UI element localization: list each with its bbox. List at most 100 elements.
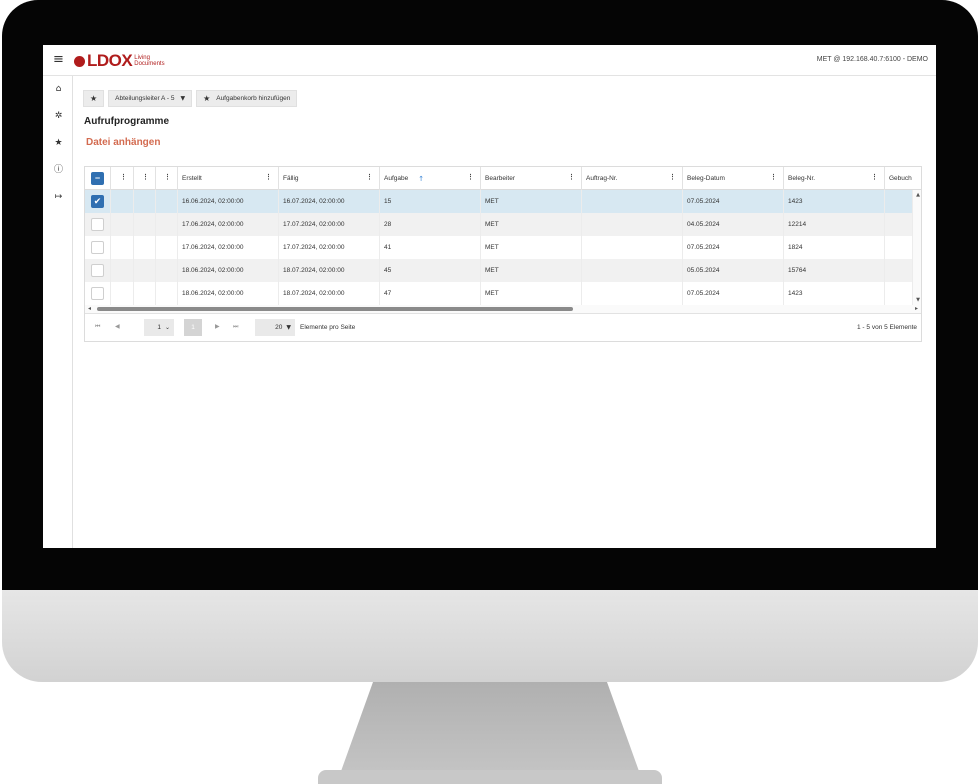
column-menu-icon[interactable]: ⋮ [669, 174, 676, 182]
column-header-gebucht[interactable]: Gebuch [885, 167, 921, 190]
add-task-basket-button[interactable]: ★ Aufgabenkorb hinzufügen [196, 90, 298, 107]
cell-beleg-nr: 1423 [784, 282, 885, 305]
row-checkbox[interactable] [91, 264, 104, 277]
cell-beleg-nr: 1824 [784, 236, 885, 259]
column-header-beleg-nr[interactable]: Beleg-Nr. ⋮ [784, 167, 885, 190]
star-icon[interactable]: ★ [53, 138, 64, 149]
column-header-faellig[interactable]: Fällig ⋮ [279, 167, 380, 190]
row-select-cell [85, 213, 111, 236]
cell-aufgabe: 15 [380, 190, 481, 213]
column-header-action3: ⋮ [156, 167, 178, 190]
ldox-logo: LDOX Living Documents [74, 52, 165, 70]
cell-beleg-nr: 15764 [784, 259, 885, 282]
next-page-icon[interactable]: ▶ [215, 323, 220, 330]
page-size-value: 20 [275, 324, 283, 331]
cell-bearbeiter: MET [481, 259, 582, 282]
page-select-value: 1 [157, 324, 161, 331]
row-checkbox[interactable] [91, 241, 104, 254]
column-header-aufgabe[interactable]: Aufgabe ↑ ⋮ [380, 167, 481, 190]
page-size-select[interactable]: 20 ▼ [255, 319, 295, 336]
row-checkbox[interactable]: ✔ [91, 195, 104, 208]
scroll-right-icon[interactable]: ▸ [915, 305, 918, 312]
table-row[interactable]: 18.06.2024, 02:00:00 18.07.2024, 02:00:00… [85, 259, 913, 282]
cell-beleg-datum: 07.05.2024 [683, 236, 784, 259]
row-checkbox[interactable] [91, 287, 104, 300]
column-header-action1: ⋮ [111, 167, 134, 190]
column-menu-icon[interactable]: ⋮ [366, 174, 373, 182]
cell-empty [885, 190, 913, 213]
cell-empty [156, 213, 178, 236]
column-menu-icon[interactable]: ⋮ [142, 174, 149, 182]
column-menu-icon[interactable]: ⋮ [568, 174, 575, 182]
column-label: Auftrag-Nr. [586, 175, 618, 182]
horizontal-scroll-thumb[interactable] [97, 307, 573, 311]
prev-page-icon[interactable]: ◀ [115, 323, 120, 330]
attach-file-link[interactable]: Datei anhängen [86, 137, 160, 148]
table-row[interactable]: ✔ 16.06.2024, 02:00:00 16.07.2024, 02:00:0… [85, 190, 913, 213]
toolbar: ★ Abteilungsleiter A - 5 ▼ ★ Aufgabenkor… [83, 90, 298, 108]
column-label: Bearbeiter [485, 175, 515, 182]
home-icon[interactable]: ⌂ [53, 84, 64, 95]
column-menu-icon[interactable]: ⋮ [871, 174, 878, 182]
cell-empty [111, 190, 134, 213]
select-all-checkbox[interactable]: − [91, 172, 104, 185]
row-select-cell: ✔ [85, 190, 111, 213]
favorite-button[interactable]: ★ [83, 90, 105, 107]
column-label: Aufgabe [384, 175, 409, 182]
column-menu-icon[interactable]: ⋮ [265, 174, 272, 182]
page-title: Aufrufprogramme [84, 116, 170, 127]
cell-empty [156, 282, 178, 305]
select-all-header: − [85, 167, 111, 190]
cell-empty [134, 190, 156, 213]
connection-info: MET @ 192.168.40.7:6100 - DEMO [816, 56, 928, 63]
logo-dot [74, 55, 85, 67]
row-select-cell [85, 259, 111, 282]
column-header-action2: ⋮ [134, 167, 156, 190]
scroll-up-icon[interactable]: ▲ [916, 192, 920, 198]
cell-faellig: 17.07.2024, 02:00:00 [279, 236, 380, 259]
current-page-button[interactable]: 1 [184, 319, 202, 336]
column-header-erstellt[interactable]: Erstellt ⋮ [178, 167, 279, 190]
cell-empty [156, 236, 178, 259]
scroll-down-icon[interactable]: ▼ [916, 297, 920, 303]
column-label: Gebuch [889, 175, 912, 182]
logo-sub-line2: Documents [134, 61, 165, 67]
cell-empty [111, 213, 134, 236]
row-checkbox[interactable] [91, 218, 104, 231]
top-bar: ≡ LDOX Living Documents MET @ 192.168.40… [43, 45, 936, 76]
settings-icon[interactable]: ✲ [53, 111, 64, 122]
column-header-beleg-datum[interactable]: Beleg-Datum ⋮ [683, 167, 784, 190]
cell-erstellt: 18.06.2024, 02:00:00 [178, 259, 279, 282]
logo-subtitle: Living Documents [134, 55, 164, 67]
pager: ⏮ ◀ 1 ⌄ 1 ▶ ⏭ 20 ▼ Elemente pro Seite 1 … [85, 313, 921, 341]
logout-icon[interactable]: ↦ [53, 192, 64, 203]
page-select[interactable]: 1 ⌄ [144, 319, 174, 336]
scroll-left-icon[interactable]: ◂ [88, 305, 91, 312]
cell-empty [156, 259, 178, 282]
menu-icon[interactable]: ≡ [53, 53, 64, 67]
main-content: ★ Abteilungsleiter A - 5 ▼ ★ Aufgabenkor… [73, 76, 936, 548]
column-menu-icon[interactable]: ⋮ [164, 174, 171, 182]
cell-empty [885, 213, 913, 236]
cell-aufgabe: 28 [380, 213, 481, 236]
table-row[interactable]: 18.06.2024, 02:00:00 18.07.2024, 02:00:00… [85, 282, 913, 305]
first-page-icon[interactable]: ⏮ [95, 323, 100, 331]
column-menu-icon[interactable]: ⋮ [770, 174, 777, 182]
monitor-stand-neck [340, 682, 640, 774]
column-menu-icon[interactable]: ⋮ [120, 174, 127, 182]
cell-empty [885, 259, 913, 282]
role-select[interactable]: Abteilungsleiter A - 5 ▼ [108, 90, 193, 107]
table-row[interactable]: 17.06.2024, 02:00:00 17.07.2024, 02:00:00… [85, 236, 913, 259]
info-icon[interactable]: ⓘ [53, 165, 64, 176]
last-page-icon[interactable]: ⏭ [233, 323, 238, 331]
column-menu-icon[interactable]: ⋮ [467, 174, 474, 182]
cell-empty [156, 190, 178, 213]
vertical-scrollbar[interactable]: ▲ ▼ [913, 190, 921, 305]
horizontal-scrollbar[interactable]: ◂ ▸ [85, 305, 921, 313]
cell-aufgabe: 41 [380, 236, 481, 259]
cell-faellig: 17.07.2024, 02:00:00 [279, 213, 380, 236]
table-row[interactable]: 17.06.2024, 02:00:00 17.07.2024, 02:00:00… [85, 213, 913, 236]
logo-main: LDOX [87, 51, 133, 70]
column-header-bearbeiter[interactable]: Bearbeiter ⋮ [481, 167, 582, 190]
column-header-auftrag-nr[interactable]: Auftrag-Nr. ⋮ [582, 167, 683, 190]
